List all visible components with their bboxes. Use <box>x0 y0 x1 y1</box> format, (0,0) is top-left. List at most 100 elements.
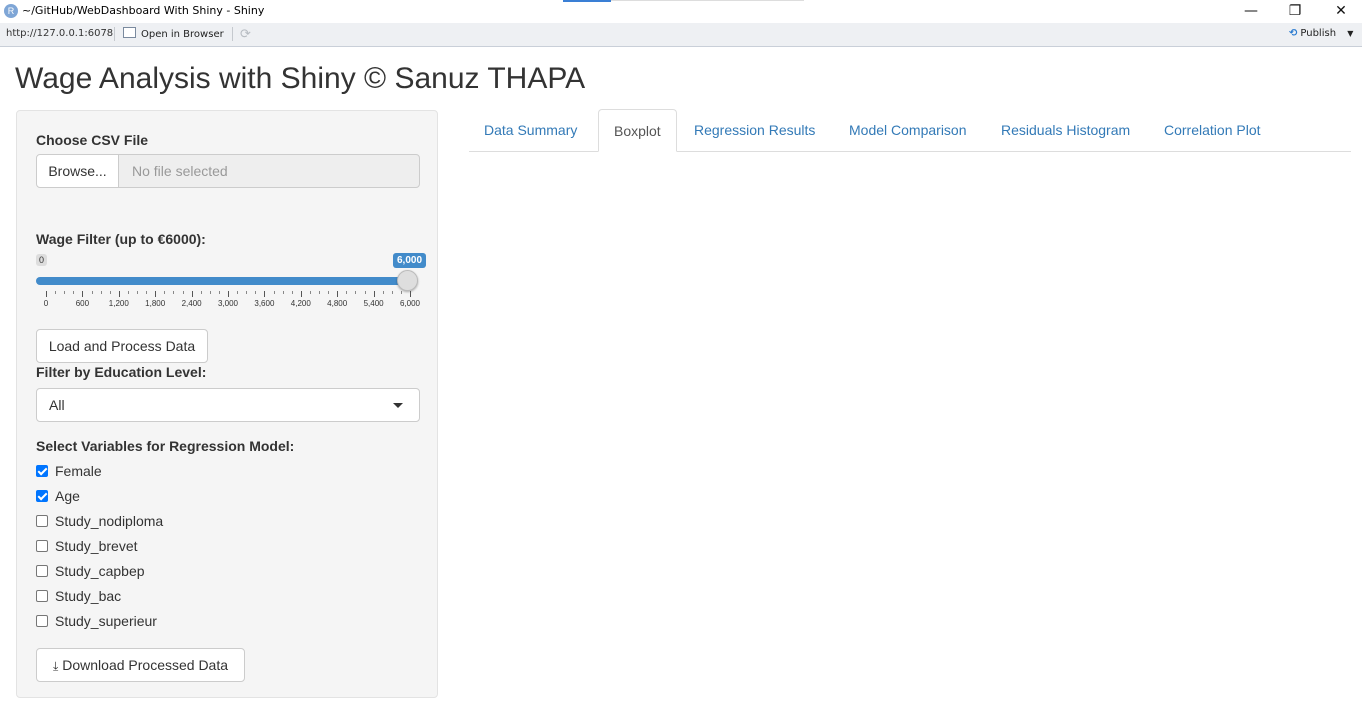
wage-slider[interactable]: 0 6,000 0 600 1,200 1,800 2,400 3,000 3,600 4,2… <box>36 251 427 311</box>
slider-tick <box>328 291 330 294</box>
slider-track[interactable] <box>36 277 410 285</box>
file-input: Browse... No file selected <box>36 154 420 188</box>
slider-tick <box>382 291 384 294</box>
checkbox-label: Study_superieur <box>55 613 157 629</box>
checkbox[interactable] <box>36 590 48 602</box>
variable-checkbox-row[interactable]: Study_nodiploma <box>36 513 163 533</box>
variable-checkbox-row[interactable]: Female <box>36 463 102 483</box>
slider-tick <box>319 291 320 294</box>
slider-tick <box>82 291 84 297</box>
education-selected-value: All <box>49 397 65 413</box>
slider-tick-label: 3,600 <box>254 299 275 308</box>
url-text[interactable]: http://127.0.0.1:6078 <box>6 28 113 39</box>
checkbox[interactable] <box>36 565 48 577</box>
slider-tick <box>273 291 275 294</box>
checkbox-label: Female <box>55 463 102 479</box>
tab-model-comparison[interactable]: Model Comparison <box>834 109 982 151</box>
variable-checkbox-row[interactable]: Study_capbep <box>36 563 145 583</box>
slider-tick <box>155 291 157 297</box>
title-divider <box>611 0 804 1</box>
slider-tick <box>291 291 293 294</box>
slider-value-label: 6,000 <box>393 253 427 268</box>
browser-window-icon <box>123 27 136 38</box>
slider-tick-label: 4,800 <box>327 299 348 308</box>
file-input-label: Choose CSV File <box>36 132 149 148</box>
checkbox[interactable] <box>36 515 48 527</box>
tab-regression-results[interactable]: Regression Results <box>679 109 830 151</box>
slider-handle[interactable] <box>397 270 418 291</box>
slider-tick <box>100 291 102 294</box>
window-titlebar: R ~/GitHub/WebDashboard With Shiny - Shi… <box>0 0 1362 23</box>
variable-checkbox-row[interactable]: Study_superieur <box>36 613 157 633</box>
checkbox[interactable] <box>36 490 48 502</box>
slider-tick <box>182 291 184 294</box>
open-in-browser-button[interactable]: Open in Browser <box>123 27 224 40</box>
variable-checkbox-row[interactable]: Study_bac <box>36 588 121 608</box>
title-accent <box>563 0 611 2</box>
checkbox[interactable] <box>36 465 48 477</box>
slider-tick <box>246 291 248 294</box>
publish-dropdown-icon[interactable]: ▼ <box>1347 29 1353 38</box>
chevron-down-icon <box>393 403 403 408</box>
address-bar: http://127.0.0.1:6078 Open in Browser ⟳ … <box>0 23 1362 47</box>
slider-tick-label: 2,400 <box>181 299 202 308</box>
refresh-icon[interactable]: ⟳ <box>240 26 251 42</box>
page-title: Wage Analysis with Shiny © Sanuz THAPA <box>15 62 586 95</box>
checkbox[interactable] <box>36 615 48 627</box>
slider-tick <box>137 291 138 294</box>
checkbox-label: Study_brevet <box>55 538 138 554</box>
slider-tick-label: 4,200 <box>290 299 311 308</box>
slider-tick <box>91 291 93 294</box>
checkbox[interactable] <box>36 540 48 552</box>
slider-tick <box>64 291 66 294</box>
publish-label: Publish <box>1300 28 1337 39</box>
checkbox-label: Study_capbep <box>55 563 145 579</box>
divider <box>114 27 115 41</box>
slider-tick <box>109 291 111 294</box>
slider-tick <box>209 291 211 294</box>
slider-ticks: 0 600 1,200 1,800 2,400 3,000 3,600 4,200 4,800 5… <box>36 291 420 311</box>
slider-tick <box>228 291 229 297</box>
slider-tick <box>337 291 339 297</box>
close-window-button[interactable]: ✕ <box>1326 2 1356 20</box>
education-filter-label: Filter by Education Level: <box>36 364 207 380</box>
tab-boxplot[interactable]: Boxplot <box>598 109 677 152</box>
variable-checkbox-row[interactable]: Age <box>36 488 80 508</box>
education-select[interactable]: All <box>36 388 420 422</box>
slider-tick <box>218 291 220 294</box>
slider-tick <box>164 291 166 294</box>
load-process-button[interactable]: Load and Process Data <box>36 329 208 363</box>
slider-tick <box>410 291 411 297</box>
slider-tick <box>237 291 239 294</box>
slider-tick <box>400 291 402 294</box>
checkbox-label: Age <box>55 488 80 504</box>
browse-button[interactable]: Browse... <box>36 154 119 188</box>
slider-tick-label: 3,000 <box>217 299 239 308</box>
slider-tick <box>146 291 148 294</box>
download-button[interactable]: ⤓ Download Processed Data <box>36 648 245 682</box>
slider-tick <box>373 291 375 297</box>
slider-tick <box>264 291 266 297</box>
slider-tick-label: 1,800 <box>145 299 166 308</box>
main-tabs: Data Summary Boxplot Regression Results Mod… <box>469 109 1351 152</box>
slider-tick <box>127 291 129 294</box>
tab-correlation-plot[interactable]: Correlation Plot <box>1149 109 1276 151</box>
file-name-field[interactable]: No file selected <box>118 154 420 188</box>
download-label: Download Processed Data <box>62 657 229 673</box>
minimize-button[interactable]: — <box>1236 2 1266 20</box>
sidebar-panel: Choose CSV File Browse... No file select… <box>16 110 438 698</box>
tab-data-summary[interactable]: Data Summary <box>469 109 592 151</box>
slider-tick-label: 600 <box>75 299 90 308</box>
checkbox-label: Study_bac <box>55 588 122 604</box>
slider-tick <box>300 291 302 297</box>
publish-icon: ⟲ <box>1289 28 1298 39</box>
publish-button[interactable]: ⟲ Publish ▼ <box>1289 28 1353 39</box>
slider-min-label: 0 <box>36 254 48 266</box>
slider-tick-label: 6,000 <box>399 299 421 308</box>
tab-residuals-histogram[interactable]: Residuals Histogram <box>986 109 1145 151</box>
slider-tick-label: 5,400 <box>363 299 384 308</box>
restore-button[interactable]: ❐ <box>1280 2 1310 20</box>
slider-tick <box>173 291 175 294</box>
slider-tick <box>118 291 120 297</box>
variable-checkbox-row[interactable]: Study_brevet <box>36 538 138 558</box>
